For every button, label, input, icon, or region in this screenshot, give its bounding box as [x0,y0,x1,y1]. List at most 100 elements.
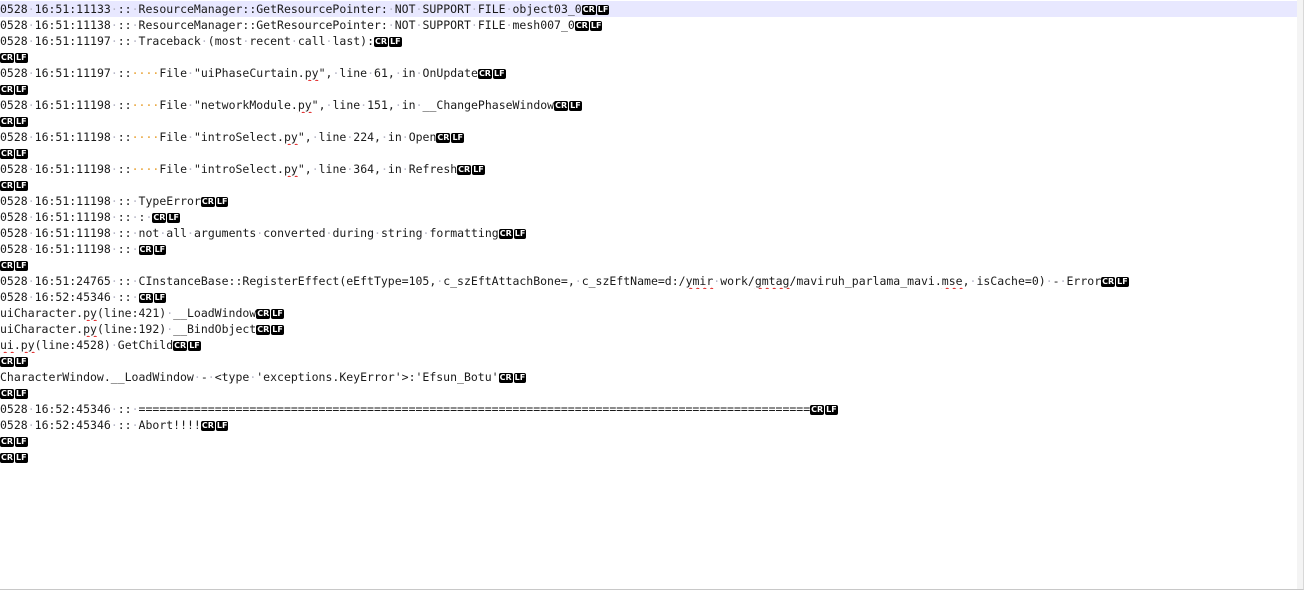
eol-marker: CR [0,357,15,367]
whitespace-marker: · [290,34,298,48]
line-text: :: [117,162,132,176]
line-text: __LoadWindow [173,306,257,320]
spellcheck-word: py [297,98,312,112]
editor-line[interactable]: 0528·16:51:11197·::·Traceback·(most·rece… [0,33,1303,49]
whitespace-marker: · [187,130,194,144]
eol-marker: LF [389,37,402,47]
whitespace-marker: · [387,18,395,32]
editor-line[interactable]: CR LF [0,177,1303,193]
whitespace-marker: · [110,194,118,208]
whitespace-marker: · [574,274,582,288]
editor-line[interactable]: 0528·16:51:11198·::·:·CR LF [0,209,1303,225]
editor-line[interactable]: 0528·16:52:45346·::·CR LF [0,289,1303,305]
whitespace-marker: · [394,98,402,112]
editor-line[interactable]: 0528·16:51:11198·::·not·all·arguments·co… [0,225,1303,241]
editor-line[interactable]: CR LF [0,257,1303,273]
editor-line[interactable]: ui.py(line:4528)·GetChildCR LF [0,337,1303,353]
whitespace-marker: · [380,162,388,176]
spellcheck-word: py [20,338,35,352]
eol-marker: LF [15,85,28,95]
eol-marker: CR [0,117,15,127]
editor-line[interactable]: 0528·16:51:11198·::·CR LF [0,241,1303,257]
eol-marker: CR [0,261,15,271]
line-text: :: [117,242,132,256]
whitespace-marker: · [27,194,35,208]
whitespace-marker: · [27,98,35,112]
editor-line[interactable]: 0528·16:52:45346·::·====================… [0,401,1303,417]
line-text: SUPPORT [422,18,471,32]
editor-line[interactable]: 0528·16:51:11198·::····File·"introSelect… [0,129,1303,145]
editor-line[interactable]: CR LF [0,433,1303,449]
eol-marker: LF [513,373,527,383]
text-editor[interactable]: 0528·16:51:11133·::·ResourceManager::Get… [0,0,1304,590]
whitespace-marker: · [311,130,319,144]
line-text: "uiPhaseCurtain. [193,66,305,80]
editor-lines[interactable]: 0528·16:51:11133·::·ResourceManager::Get… [0,1,1303,465]
editor-line[interactable]: CR LF [0,449,1303,465]
editor-line[interactable]: CR LF [0,113,1303,129]
line-text: 16:51:11198 [34,226,111,240]
eol-marker: LF [472,165,485,175]
line-text: SUPPORT [422,2,471,16]
whitespace-marker: · [110,210,118,224]
editor-line[interactable]: 0528·16:51:11197·::····File·"uiPhaseCurt… [0,65,1303,81]
editor-line[interactable]: uiCharacter.py(line:192)·__BindObjectCR L… [0,321,1303,337]
line-text: 0528 [0,418,28,432]
editor-line[interactable]: CR LF [0,353,1303,369]
whitespace-marker: · [27,162,35,176]
line-text: line [339,66,368,80]
eol-marker: LF [153,245,167,255]
eol-marker: LF [1116,277,1129,287]
eol-marker: LF [15,53,28,63]
line-text: 0528 [0,210,28,224]
eol-marker: LF [15,261,28,271]
whitespace-marker: · [470,18,478,32]
line-text: ", [318,66,333,80]
line-text: during [332,226,375,240]
line-text: 224, [353,130,381,144]
editor-line[interactable]: CR LF [0,49,1303,65]
line-text: , [962,274,970,288]
line-text: File [159,98,188,112]
whitespace-marker: · [131,402,139,416]
editor-line[interactable]: 0528·16:51:11198·::·TypeErrorCR LF [0,193,1303,209]
line-text: 16:51:11198 [34,194,111,208]
line-text: call [297,34,326,48]
editor-line[interactable]: CR LF [0,81,1303,97]
editor-line[interactable]: CR LF [0,145,1303,161]
eol-marker: CR [457,165,472,175]
spellcheck-word: py [83,322,97,336]
vertical-scrollbar[interactable] [1297,0,1303,589]
line-text: string [380,226,423,240]
whitespace-marker: · [131,226,139,240]
editor-line[interactable]: 0528·16:52:45346·::·Abort!!!!CR LF [0,417,1303,433]
editor-line[interactable]: 0528·16:51:11198·::····File·"networkModu… [0,97,1303,113]
line-text: 0528 [0,226,28,240]
whitespace-marker: · [131,34,139,48]
editor-line[interactable]: CR LF [0,385,1303,401]
editor-line[interactable]: 0528·16:51:11198·::····File·"introSelect… [0,161,1303,177]
line-text: (most [207,34,243,48]
whitespace-marker: · [110,338,118,352]
eol-marker: CR [1101,277,1116,287]
whitespace-marker: · [27,242,35,256]
editor-line[interactable]: 0528·16:51:24765·::·CInstanceBase::Regis… [0,273,1303,289]
line-text: uiCharacter. [0,322,84,336]
whitespace-marker: · [394,66,402,80]
whitespace-marker: · [401,130,409,144]
editor-line[interactable]: uiCharacter.py(line:421)·__LoadWindowCR L… [0,305,1303,321]
whitespace-marker: · [27,274,35,288]
whitespace-marker: · [110,130,118,144]
editor-line[interactable]: 0528·16:51:11138·::·ResourceManager::Get… [0,17,1303,33]
eol-marker: CR [256,325,271,335]
line-text: uiCharacter. [0,306,84,320]
editor-line[interactable]: CharacterWindow.__LoadWindow·-·<type·'ex… [0,369,1303,385]
whitespace-marker: · [27,210,35,224]
line-text: 16:51:11197 [34,34,111,48]
editor-line[interactable]: 0528·16:51:11133·::·ResourceManager::Get… [0,1,1303,17]
line-text: File [159,162,188,176]
line-text: object03_0 [512,2,582,16]
line-text: 16:51:11198 [34,162,111,176]
whitespace-marker: · [27,130,35,144]
whitespace-marker: · [110,98,118,112]
